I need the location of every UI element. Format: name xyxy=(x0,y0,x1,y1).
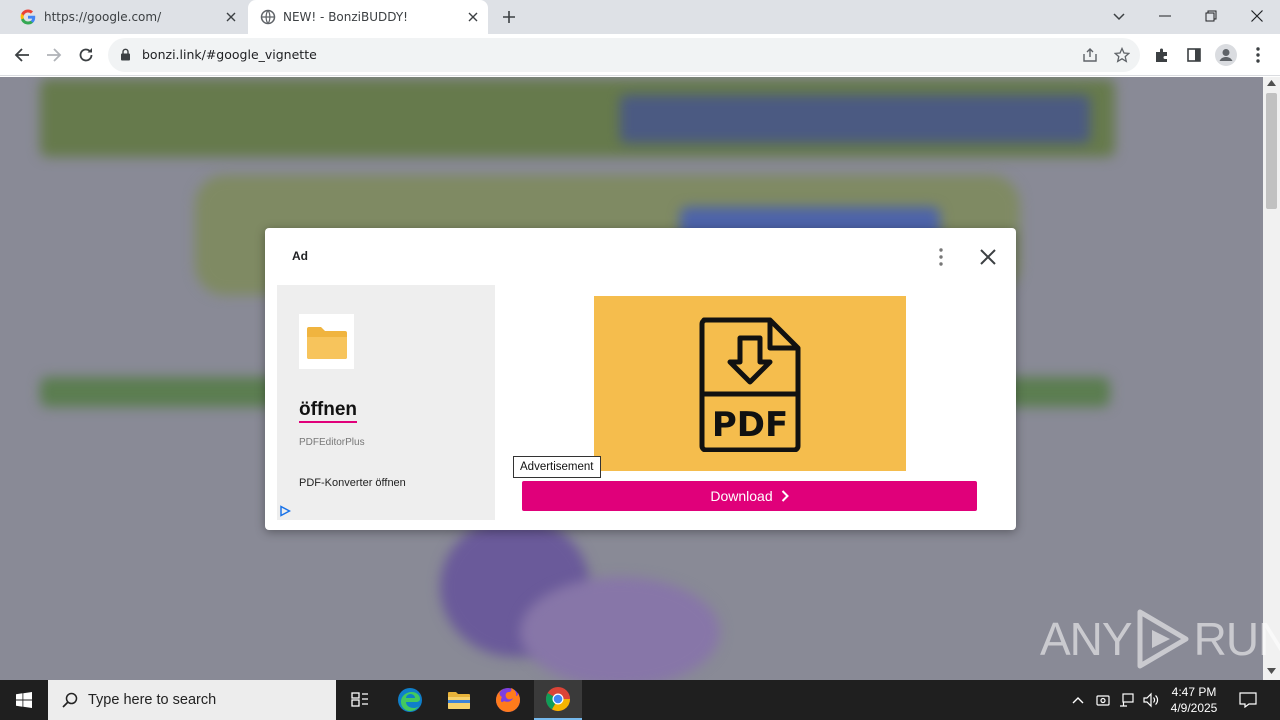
network-icon[interactable] xyxy=(1117,690,1137,710)
clock-date: 4/9/2025 xyxy=(1170,701,1218,715)
show-hidden-icons-chevron-up-icon[interactable] xyxy=(1068,690,1088,710)
search-icon xyxy=(62,692,78,708)
windows-logo-icon xyxy=(16,692,32,708)
close-tab-icon[interactable] xyxy=(222,8,240,26)
volume-icon[interactable] xyxy=(1141,690,1161,710)
tab-title: NEW! - BonziBUDDY! xyxy=(283,10,408,24)
ad-logo-tile xyxy=(299,314,354,369)
meet-now-icon[interactable] xyxy=(1093,690,1113,710)
advertisement-tooltip: Advertisement xyxy=(513,456,601,478)
page-header-banner-blurred xyxy=(620,95,1090,143)
task-view-button[interactable] xyxy=(336,680,384,720)
bonzi-character-body-blurred xyxy=(520,577,720,680)
address-bar[interactable]: bonzi.link/#google_vignette xyxy=(108,38,1140,72)
play-triangle-icon xyxy=(1137,609,1189,669)
restore-button[interactable] xyxy=(1196,4,1226,28)
adchoices-icon[interactable] xyxy=(279,504,292,517)
taskbar-search-box[interactable]: Type here to search xyxy=(48,680,336,720)
menu-kebab-icon[interactable] xyxy=(1248,43,1268,67)
taskbar-clock[interactable]: 4:47 PM 4/9/2025 xyxy=(1166,684,1222,716)
page-scrollbar[interactable] xyxy=(1263,77,1280,680)
ad-advertiser: PDFEditorPlus xyxy=(299,437,365,448)
new-tab-button[interactable] xyxy=(498,6,520,28)
clock-time: 4:47 PM xyxy=(1171,685,1217,699)
chrome-icon xyxy=(545,687,570,712)
extensions-puzzle-icon[interactable] xyxy=(1150,43,1174,67)
side-panel-icon[interactable] xyxy=(1182,43,1206,67)
forward-arrow-icon[interactable] xyxy=(42,43,66,67)
google-favicon-icon xyxy=(20,9,36,25)
watermark-left: ANY xyxy=(1040,613,1133,665)
profile-avatar-icon[interactable] xyxy=(1214,43,1238,67)
edge-icon xyxy=(398,688,422,712)
lock-icon[interactable] xyxy=(120,48,132,62)
ad-info-panel[interactable]: öffnen PDFEditorPlus PDF-Konverter öffne… xyxy=(277,285,495,520)
folder-icon xyxy=(448,692,470,709)
anyrun-watermark: ANY RUN xyxy=(1040,608,1280,670)
scrollbar-thumb[interactable] xyxy=(1266,93,1277,209)
close-window-button[interactable] xyxy=(1242,4,1272,28)
ad-banner-image[interactable]: PDF xyxy=(594,296,906,471)
search-placeholder: Type here to search xyxy=(88,692,217,708)
reload-icon[interactable] xyxy=(74,43,98,67)
ad-options-kebab-icon[interactable] xyxy=(939,246,943,268)
tab-bonzibuddy[interactable]: NEW! - BonziBUDDY! xyxy=(248,0,488,34)
action-center-notification-icon[interactable] xyxy=(1236,688,1260,712)
globe-icon xyxy=(260,9,276,25)
close-tab-icon[interactable] xyxy=(464,8,482,26)
ad-headline[interactable]: öffnen xyxy=(299,400,358,423)
chevron-right-icon xyxy=(781,490,789,502)
minimize-button[interactable] xyxy=(1150,4,1180,28)
watermark-right: RUN xyxy=(1193,613,1280,665)
back-arrow-icon[interactable] xyxy=(10,43,34,67)
taskbar-edge[interactable] xyxy=(386,680,434,720)
tab-google[interactable]: https://google.com/ xyxy=(8,0,246,34)
download-button[interactable]: Download xyxy=(522,481,977,511)
firefox-icon xyxy=(496,688,520,712)
pdf-banner-text: PDF xyxy=(712,405,788,445)
download-button-label: Download xyxy=(710,488,773,504)
bookmark-star-icon[interactable] xyxy=(1113,46,1131,63)
taskbar-firefox[interactable] xyxy=(484,680,532,720)
ad-label: Ad xyxy=(292,249,308,263)
tab-title: https://google.com/ xyxy=(44,10,162,24)
close-ad-button[interactable] xyxy=(976,245,1000,269)
pdf-download-icon: PDF xyxy=(699,317,801,452)
task-view-icon xyxy=(351,692,368,707)
start-button[interactable] xyxy=(0,680,48,720)
browser-toolbar: bonzi.link/#google_vignette xyxy=(0,34,1280,76)
tab-strip: https://google.com/ NEW! - BonziBUDDY! xyxy=(0,0,1280,34)
tab-search-chevron-down-icon[interactable] xyxy=(1108,6,1130,28)
windows-taskbar: Type here to search 4:47 PM 4/9/2025 xyxy=(0,680,1280,720)
vignette-ad-dialog: Ad öffnen PDFEditorPlus PDF-Konverter öf… xyxy=(265,228,1016,530)
folder-icon xyxy=(306,326,347,359)
url-text[interactable]: bonzi.link/#google_vignette xyxy=(142,47,317,62)
taskbar-file-explorer[interactable] xyxy=(435,680,483,720)
ad-description[interactable]: PDF-Konverter öffnen xyxy=(299,477,406,489)
share-icon[interactable] xyxy=(1082,47,1098,63)
taskbar-chrome-active[interactable] xyxy=(534,680,582,720)
